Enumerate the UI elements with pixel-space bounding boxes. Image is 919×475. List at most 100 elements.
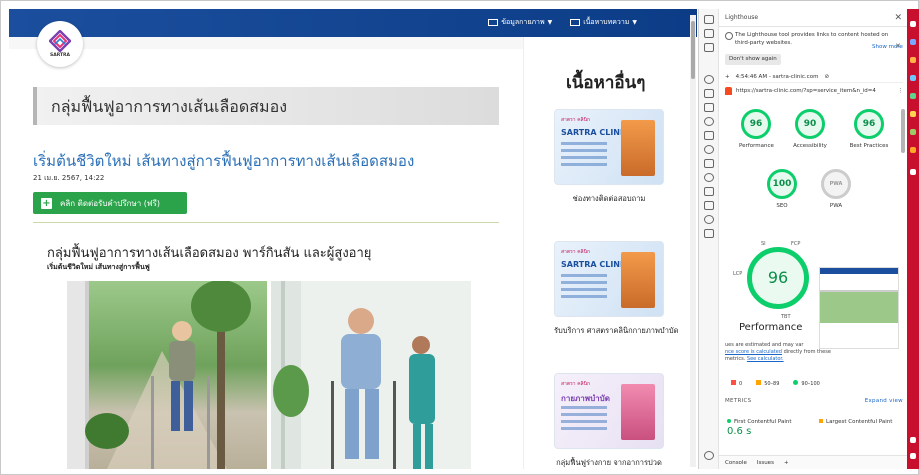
site-logo[interactable]: SARTRA bbox=[37, 21, 83, 67]
office-icon[interactable] bbox=[910, 111, 916, 117]
card-door bbox=[621, 384, 655, 440]
panel-header: Lighthouse ✕ bbox=[719, 9, 908, 27]
caret-down-icon: ▼ bbox=[547, 19, 553, 26]
score-accessibility[interactable]: 90 Accessibility bbox=[793, 109, 827, 150]
gauge-label: Accessibility bbox=[793, 143, 827, 149]
related-content-column: เนื้อหาอื่นๆ สาตรา คลินิก SARTRA CLINIC … bbox=[523, 37, 697, 469]
lighthouse-tab-icon[interactable] bbox=[704, 201, 714, 210]
shopping-icon[interactable] bbox=[910, 57, 916, 63]
elements-icon[interactable] bbox=[704, 89, 714, 98]
search-icon[interactable] bbox=[910, 21, 916, 27]
device-icon[interactable] bbox=[704, 29, 714, 38]
site-topbar: ข้อมูลกายภาพ ▼ เนื้อหาบทความ ▼ bbox=[9, 9, 697, 37]
lighthouse-panel: Lighthouse ✕ The Lighthouse tool provide… bbox=[719, 9, 908, 469]
page-scrollbar[interactable] bbox=[690, 15, 696, 467]
related-card[interactable]: สาตรา คลินิก กายภาพบำบัด กลุ่มฟื้นฟูร่าง… bbox=[554, 373, 664, 469]
score-pwa[interactable]: PWA PWA bbox=[819, 169, 853, 210]
see-calculator-link[interactable]: See calculator. bbox=[747, 356, 784, 362]
card-door bbox=[621, 120, 655, 176]
related-card[interactable]: สาตรา คลินิก SARTRA CLINIC ช่องทางติดต่อ… bbox=[554, 109, 664, 205]
sources-icon[interactable] bbox=[704, 117, 714, 126]
console-tab[interactable]: Console bbox=[725, 460, 747, 466]
home-icon[interactable] bbox=[704, 75, 714, 84]
sidebar-toggle-icon[interactable] bbox=[910, 437, 916, 443]
arc-label-lcp: LCP bbox=[733, 271, 743, 277]
console-icon[interactable] bbox=[704, 103, 714, 112]
security-icon[interactable] bbox=[704, 187, 714, 196]
dont-show-again-button[interactable]: Don't show again bbox=[725, 54, 781, 65]
settings-icon[interactable] bbox=[910, 453, 916, 459]
average-square-icon bbox=[819, 419, 823, 423]
dismiss-icon[interactable]: ✕ bbox=[895, 42, 901, 50]
card-door bbox=[621, 252, 655, 308]
metric-fcp: First Contentful Paint 0.6 s bbox=[727, 419, 792, 437]
card-caption[interactable]: รับบริการ ศาสตราคลินิกกายภาพบำบัด bbox=[554, 325, 679, 337]
extension-icon[interactable] bbox=[910, 39, 916, 45]
expand-view-button[interactable]: Expand view bbox=[865, 398, 903, 404]
nav-physio-menu[interactable]: ข้อมูลกายภาพ ▼ bbox=[488, 17, 552, 28]
score-calculated-link[interactable]: nce score is calculated bbox=[725, 349, 782, 355]
report-selector[interactable]: + 4:54:46 AM - sartra-clinic.com ⊘ bbox=[725, 71, 903, 83]
add-tab-icon[interactable]: + bbox=[784, 460, 789, 466]
card-caption[interactable]: ช่องทางติดต่อสอบถาม bbox=[554, 193, 664, 205]
recorder-icon[interactable] bbox=[704, 215, 714, 224]
gauge-ring: 96 bbox=[741, 109, 771, 139]
issues-tab[interactable]: Issues bbox=[757, 460, 774, 466]
section-subtitle: เริ่มต้นชีวิตใหม่ เส้นทางสู่การฟื้นฟู bbox=[47, 263, 150, 271]
performance-icon[interactable] bbox=[704, 145, 714, 154]
score-seo[interactable]: 100 SEO bbox=[765, 169, 799, 210]
scrollbar-thumb[interactable] bbox=[691, 21, 695, 79]
panel-scrollbar-thumb[interactable] bbox=[901, 109, 905, 153]
help-icon[interactable] bbox=[704, 451, 714, 460]
page-title-band: กลุ่มฟื้นฟูอาการทางเส้นเลือดสมอง bbox=[33, 87, 499, 125]
nav-articles-label: เนื้อหาบทความ bbox=[583, 18, 630, 26]
card-clinic: SARTRA CLINIC bbox=[561, 260, 629, 269]
related-card[interactable]: สาตรา คลินิก SARTRA CLINIC รับบริการ ศาส… bbox=[554, 241, 679, 337]
score-best-practices[interactable]: 96 Best Practices bbox=[847, 109, 891, 150]
more-tools-icon[interactable] bbox=[704, 229, 714, 238]
devtools-panel: Lighthouse ✕ The Lighthouse tool provide… bbox=[698, 9, 908, 469]
games-icon[interactable] bbox=[910, 93, 916, 99]
card-brand: สาตรา คลินิก bbox=[561, 117, 591, 123]
score-performance[interactable]: 96 Performance bbox=[739, 109, 774, 150]
add-icon[interactable] bbox=[910, 169, 916, 175]
chart-icon[interactable] bbox=[910, 147, 916, 153]
clear-icon[interactable]: ⊘ bbox=[824, 74, 829, 80]
report-time: 4:54:46 AM - sartra-clinic.com bbox=[735, 73, 819, 80]
card-lines bbox=[561, 406, 607, 434]
legend-average: 50–89 bbox=[756, 380, 779, 387]
menu-icon bbox=[488, 19, 499, 26]
site-nav: ข้อมูลกายภาพ ▼ เนื้อหาบทความ ▼ bbox=[488, 17, 637, 28]
page-screenshot-thumbnail[interactable] bbox=[819, 267, 899, 349]
network-icon[interactable] bbox=[704, 131, 714, 140]
gauge-ring: 100 bbox=[767, 169, 797, 199]
panel-title: Lighthouse bbox=[725, 14, 759, 21]
post-title[interactable]: เริ่มต้นชีวิตใหม่ เส้นทางสู่การฟื้นฟูอาก… bbox=[33, 149, 414, 173]
gauge-ring: 96 bbox=[854, 109, 884, 139]
memory-icon[interactable] bbox=[704, 159, 714, 168]
metric-value: 0.6 s bbox=[727, 426, 752, 437]
inspect-icon[interactable] bbox=[704, 15, 714, 24]
tools-icon[interactable] bbox=[910, 75, 916, 81]
card-lines bbox=[561, 274, 607, 302]
devtools-drawer: Console Issues + bbox=[719, 455, 908, 469]
metric-name: First Contentful Paint bbox=[734, 419, 792, 425]
card-brand: สาตรา คลินิก bbox=[561, 249, 591, 255]
performance-note: ues are estimated and may var nce score … bbox=[725, 342, 845, 363]
add-icon[interactable]: + bbox=[725, 74, 730, 80]
close-icon[interactable]: ✕ bbox=[894, 13, 902, 23]
legend-good: 90–100 bbox=[793, 380, 820, 387]
score-legend: 0 50–89 90–100 bbox=[731, 380, 820, 387]
performance-title: Performance bbox=[739, 322, 803, 333]
card-image: สาตรา คลินิก SARTRA CLINIC bbox=[554, 241, 664, 317]
consult-button[interactable]: + คลิก ติดต่อรับคำปรึกษา (ฟรี) bbox=[33, 192, 187, 214]
nav-articles-menu[interactable]: เนื้อหาบทความ ▼ bbox=[570, 17, 637, 28]
outlook-icon[interactable] bbox=[910, 129, 916, 135]
more-icon[interactable]: ⋮ bbox=[898, 88, 904, 94]
metrics-label: METRICS bbox=[725, 398, 752, 404]
window-icon[interactable] bbox=[704, 43, 714, 52]
application-icon[interactable] bbox=[704, 173, 714, 182]
divider bbox=[33, 222, 499, 223]
screenshot-frame: ข้อมูลกายภาพ ▼ เนื้อหาบทความ ▼ กลุ่มฟื้น… bbox=[0, 0, 919, 475]
card-caption[interactable]: กลุ่มฟื้นฟูร่างกาย จากอาการปวด bbox=[554, 457, 664, 469]
